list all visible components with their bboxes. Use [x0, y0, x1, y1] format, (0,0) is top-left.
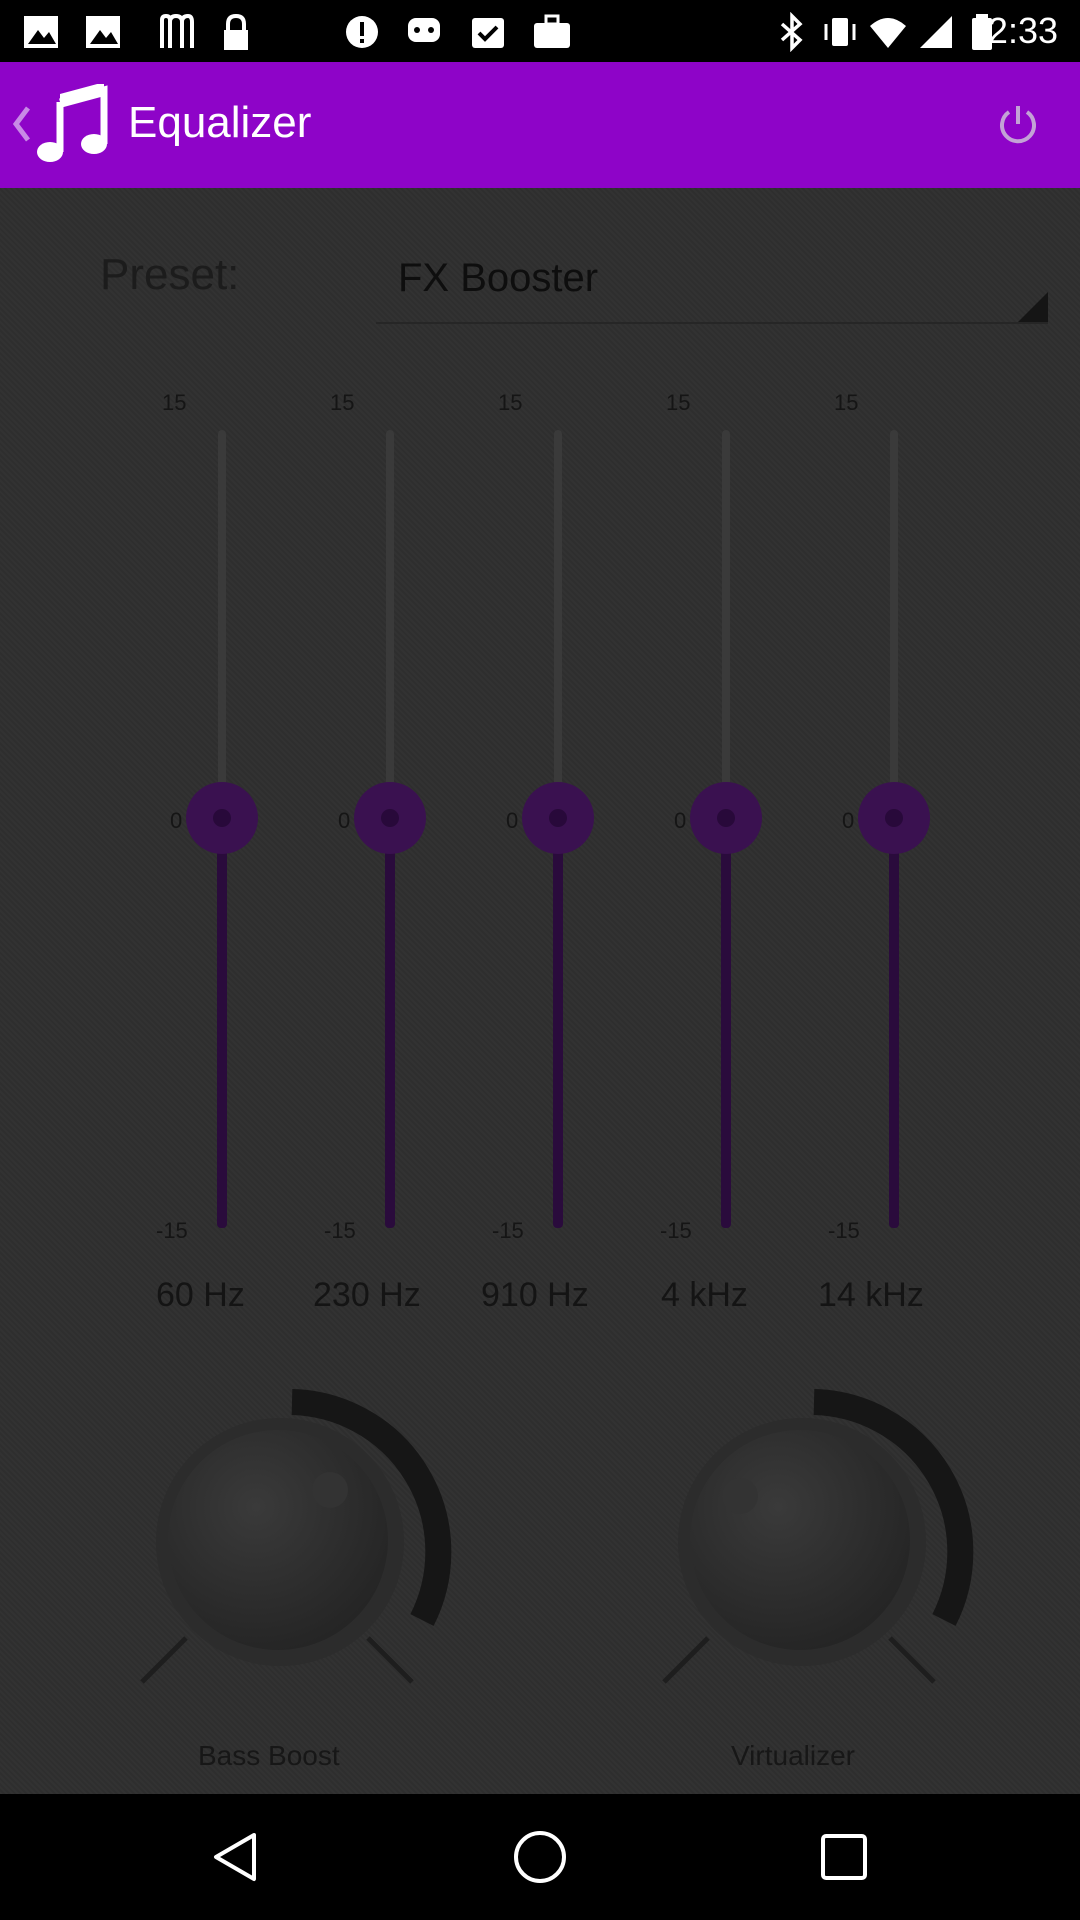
- briefcase-icon: [534, 14, 570, 48]
- gallery-icon: [86, 16, 120, 48]
- band-frequency-label: 230 Hz: [313, 1276, 421, 1314]
- bluetooth-icon: [780, 12, 803, 52]
- band-slider-4khz: 15 0 -15: [660, 188, 826, 1243]
- slider-thumb[interactable]: [858, 782, 930, 854]
- band-zero-label: 0: [170, 808, 183, 833]
- vibrate-icon: [824, 18, 856, 46]
- band-max-label: 15: [498, 390, 523, 415]
- app-bar: Equalizer: [0, 62, 1080, 188]
- slider-thumb[interactable]: [690, 782, 762, 854]
- dropdown-arrow-icon: [1018, 292, 1048, 322]
- band-zero-label: 0: [338, 808, 351, 833]
- virtualizer-label: Virtualizer: [731, 1740, 855, 1771]
- signal-icon: [920, 16, 952, 48]
- band-slider-14khz: 15 0 -15: [828, 188, 994, 1243]
- navigation-bar: [0, 1794, 1080, 1920]
- m-icon: [160, 13, 194, 48]
- slider-track[interactable]: [218, 430, 226, 828]
- band-zero-label: 0: [842, 808, 855, 833]
- band-max-label: 15: [330, 390, 355, 415]
- status-bar: 2:33: [0, 0, 1080, 62]
- clipboard-check-icon: [472, 18, 504, 48]
- slider-fill[interactable]: [721, 828, 731, 1228]
- band-frequency-label: 4 kHz: [661, 1276, 748, 1314]
- slider-track[interactable]: [386, 430, 394, 828]
- band-min-label: -15: [324, 1218, 356, 1243]
- recents-square-icon[interactable]: [820, 1833, 868, 1881]
- band-min-label: -15: [156, 1218, 188, 1243]
- band-min-label: -15: [660, 1218, 692, 1243]
- band-max-label: 15: [162, 390, 187, 415]
- slider-track[interactable]: [890, 430, 898, 828]
- band-min-label: -15: [492, 1218, 524, 1243]
- clock-time: 2:33: [987, 10, 1058, 51]
- slider-track[interactable]: [722, 430, 730, 828]
- slider-track[interactable]: [554, 430, 562, 828]
- equalizer-panel: Preset: FX Booster 15 0 -15 60 Hz 15 0 -…: [0, 188, 1080, 1794]
- power-icon[interactable]: [994, 100, 1042, 148]
- band-frequency-label: 910 Hz: [481, 1276, 589, 1314]
- page-title: Equalizer: [128, 98, 312, 147]
- slider-thumb[interactable]: [186, 782, 258, 854]
- band-max-label: 15: [834, 390, 859, 415]
- band-slider-60hz: 15 0 -15: [156, 188, 322, 1243]
- virtualizer-knob[interactable]: [644, 1380, 984, 1700]
- slider-thumb[interactable]: [354, 782, 426, 854]
- band-zero-label: 0: [674, 808, 687, 833]
- band-slider-910hz: 15 0 -15: [492, 188, 658, 1243]
- lock-icon: [224, 13, 248, 50]
- slider-fill[interactable]: [553, 828, 563, 1228]
- slider-thumb[interactable]: [522, 782, 594, 854]
- band-frequency-label: 14 kHz: [818, 1276, 924, 1314]
- band-min-label: -15: [828, 1218, 860, 1243]
- wifi-icon: [870, 18, 906, 48]
- info-icon: [346, 16, 378, 48]
- bass-boost-knob[interactable]: [122, 1380, 462, 1700]
- band-frequency-label: 60 Hz: [156, 1276, 245, 1314]
- band-zero-label: 0: [506, 808, 519, 833]
- gallery-icon: [24, 16, 58, 48]
- back-triangle-icon[interactable]: [210, 1831, 262, 1883]
- music-note-icon[interactable]: [30, 84, 114, 168]
- home-circle-icon[interactable]: [512, 1829, 568, 1885]
- game-controller-icon: [408, 18, 440, 42]
- band-slider-230hz: 15 0 -15: [324, 188, 490, 1243]
- slider-fill[interactable]: [889, 828, 899, 1228]
- bass-boost-label: Bass Boost: [198, 1740, 340, 1771]
- slider-fill[interactable]: [217, 828, 227, 1228]
- band-max-label: 15: [666, 390, 691, 415]
- slider-fill[interactable]: [385, 828, 395, 1228]
